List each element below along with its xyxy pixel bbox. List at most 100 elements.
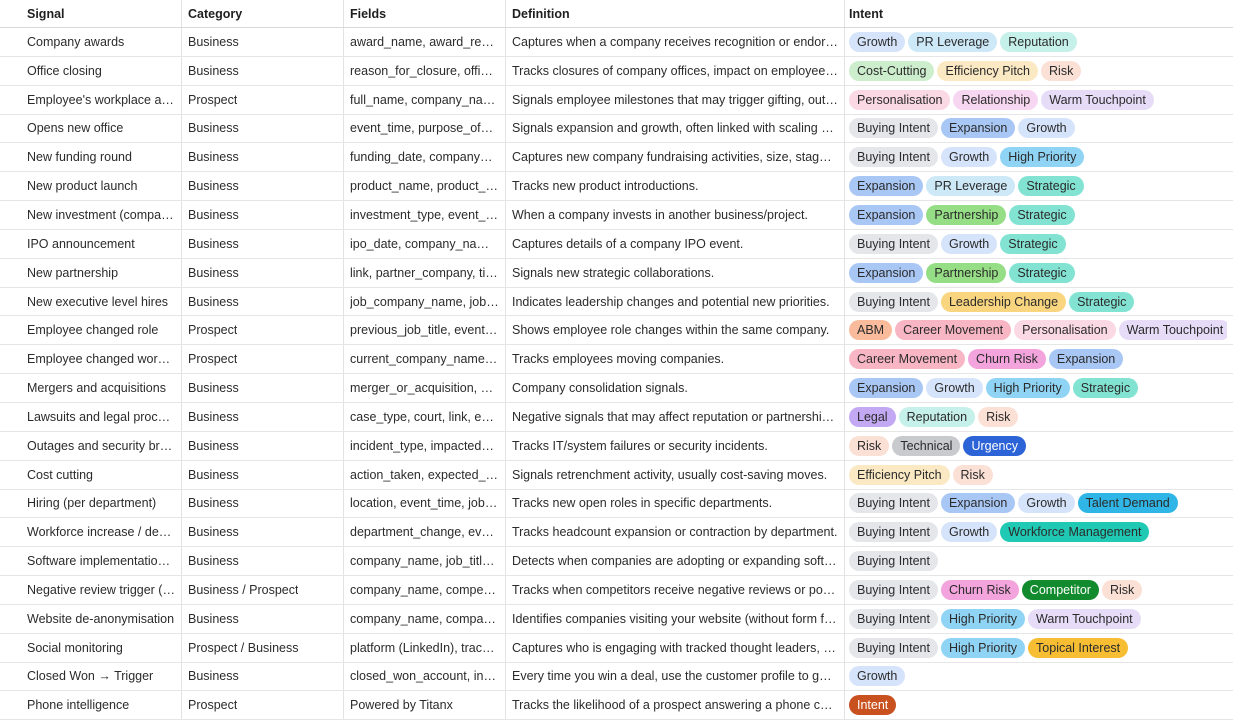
definition-cell[interactable]: Shows employee role changes within the s… [506,316,845,345]
signal-cell[interactable]: Lawsuits and legal proceedings [0,402,182,431]
signal-cell[interactable]: Social monitoring [0,633,182,662]
intent-tag[interactable]: ABM [849,320,893,341]
signal-cell[interactable]: New executive level hires [0,287,182,316]
definition-cell[interactable]: Every time you win a deal, use the custo… [506,662,845,691]
definition-cell[interactable]: Tracks closures of company offices, impa… [506,56,845,85]
intent-tag[interactable]: Buying Intent [849,608,938,629]
category-cell[interactable]: Business [182,489,344,518]
fields-cell[interactable]: merger_or_acquisition, description [344,374,506,402]
fields-cell[interactable]: incident_type, impacted_systems [344,431,506,460]
fields-cell[interactable]: award_name, award_reason, award_date [344,28,506,56]
definition-cell[interactable]: Tracks IT/system failures or security in… [506,431,845,460]
intent-tag[interactable]: Cost-Cutting [849,60,935,81]
fields-cell[interactable]: job_company_name, job_department [344,287,506,316]
table-row[interactable]: New product launch Business product_name, … [0,172,1233,202]
intent-tag[interactable]: Leadership Change [940,291,1067,312]
intent-tag[interactable]: Workforce Management [1000,522,1150,543]
intent-tag[interactable]: Buying Intent [849,493,938,514]
intent-tag[interactable]: Competitor [1021,579,1099,600]
signal-cell[interactable]: Mergers and acquisitions [0,374,182,402]
intent-tag[interactable]: High Priority [985,378,1070,399]
intent-cell[interactable]: Expansion PR Leverage Strategic [845,172,1233,200]
intent-cell[interactable]: Growth [845,663,1233,691]
definition-cell[interactable]: Signals retrenchment activity, usually c… [506,460,845,489]
intent-tag[interactable]: Churn Risk [968,349,1046,370]
signal-cell[interactable]: Company awards [0,28,182,56]
signal-cell[interactable]: Closed Won → Trigger [0,662,182,691]
intent-tag[interactable]: Efficiency Pitch [849,464,950,485]
definition-cell[interactable]: Captures details of a company IPO event. [506,229,845,258]
category-cell[interactable]: Business [182,460,344,489]
fields-cell[interactable]: previous_job_title, event_time [344,316,506,345]
intent-cell[interactable]: Buying Intent Growth Strategic [845,230,1233,258]
fields-cell[interactable]: funding_date, company_name, amount [344,143,506,172]
intent-cell[interactable]: Buying Intent Expansion Growth Talent Deman… [845,490,1233,518]
intent-cell[interactable]: Buying Intent Churn Risk Competitor Risk [845,576,1233,604]
signal-cell[interactable]: New partnership [0,258,182,287]
category-cell[interactable]: Business [182,374,344,402]
definition-cell[interactable]: Signals expansion and growth, often link… [506,114,845,143]
category-cell[interactable]: Prospect [182,316,344,345]
table-row[interactable]: Software implementation (tech) Business co… [0,547,1233,577]
fields-cell[interactable]: action_taken, expected_savings [344,460,506,489]
intent-cell[interactable]: Buying Intent Leadership Change Strategic [845,288,1233,316]
definition-cell[interactable]: Indicates leadership changes and potenti… [506,287,845,316]
intent-tag[interactable]: Growth [849,666,906,687]
intent-cell[interactable]: Risk Technical Urgency [845,432,1233,460]
fields-cell[interactable]: company_name, job_title, date [344,547,506,576]
table-row[interactable]: Negative review trigger (competitor) Busi… [0,576,1233,605]
intent-cell[interactable]: Career Movement Churn Risk Expansion [845,345,1233,373]
fields-cell[interactable]: closed_won_account, industry [344,662,506,691]
category-cell[interactable]: Business [182,402,344,431]
table-row[interactable]: Outages and security breaches Business inc… [0,431,1233,461]
category-cell[interactable]: Business [182,229,344,258]
definition-cell[interactable]: Tracks headcount expansion or contractio… [506,518,845,547]
definition-cell[interactable]: Captures when a company receives recogni… [506,28,845,56]
intent-tag[interactable]: Strategic [1009,262,1075,283]
signal-cell[interactable]: Workforce increase / decrease [0,518,182,547]
definition-cell[interactable]: Tracks the likelihood of a prospect answ… [506,691,845,720]
category-cell[interactable]: Business [182,172,344,201]
definition-cell[interactable]: Tracks employees moving companies. [506,345,845,374]
table-row[interactable]: Closed Won → Trigger Business closed_won_a… [0,662,1233,692]
definition-cell[interactable]: Tracks new product introductions. [506,172,845,201]
table-row[interactable]: Company awards Business award_name, award_… [0,28,1233,57]
table-row[interactable]: New funding round Business funding_date, c… [0,143,1233,173]
table-row[interactable]: Cost cutting Business action_taken, expect… [0,460,1233,490]
definition-cell[interactable]: When a company invests in another busine… [506,201,845,229]
intent-tag[interactable]: Buying Intent [849,522,938,543]
intent-tag[interactable]: Reputation [1000,31,1077,52]
category-cell[interactable]: Prospect [182,691,344,720]
intent-tag[interactable]: Topical Interest [1028,637,1129,658]
category-cell[interactable]: Business [182,547,344,576]
category-cell[interactable]: Business [182,287,344,316]
intent-tag[interactable]: Strategic [1072,378,1139,399]
intent-tag[interactable]: Legal [849,406,896,427]
intent-tag[interactable]: PR Leverage [908,31,998,52]
intent-cell[interactable]: ABM Career Movement Personalisation Warm To… [845,316,1233,344]
intent-cell[interactable]: Expansion Partnership Strategic [845,259,1233,287]
intent-tag[interactable]: Risk [978,406,1019,427]
category-cell[interactable]: Business [182,114,344,143]
category-cell[interactable]: Prospect / Business [182,633,344,662]
intent-cell[interactable]: Buying Intent High Priority Warm Touchpoin… [845,605,1233,633]
table-row[interactable]: Opens new office Business event_time, purp… [0,114,1233,144]
table-row[interactable]: IPO announcement Business ipo_date, compan… [0,229,1233,259]
category-cell[interactable]: Prospect [182,345,344,374]
category-cell[interactable]: Business [182,604,344,633]
signal-cell[interactable]: Employee's workplace anniversary [0,85,182,114]
intent-tag[interactable]: Strategic [1009,204,1075,225]
intent-tag[interactable]: Growth [940,147,998,168]
intent-tag[interactable]: Growth [940,522,998,543]
fields-cell[interactable]: Powered by Titanx [344,691,506,720]
column-header-fields[interactable]: Fields [344,0,506,27]
table-row[interactable]: Lawsuits and legal proceedings Business ca… [0,402,1233,432]
intent-tag[interactable]: Intent [849,695,897,716]
intent-tag[interactable]: Relationship [953,89,1039,110]
intent-tag[interactable]: Buying Intent [849,118,938,139]
column-header-category[interactable]: Category [182,0,344,27]
signal-cell[interactable]: New funding round [0,143,182,172]
intent-cell[interactable]: Personalisation Relationship Warm Touchpoi… [845,86,1233,114]
definition-cell[interactable]: Tracks when competitors receive negative… [506,576,845,604]
intent-cell[interactable]: Buying Intent Expansion Growth [845,115,1233,143]
